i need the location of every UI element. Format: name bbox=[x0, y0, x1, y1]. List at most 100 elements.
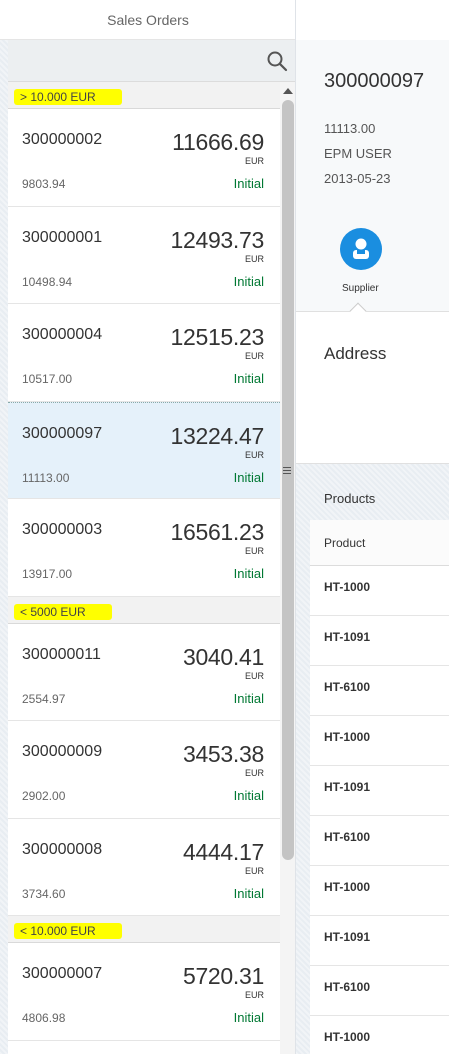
group-header: > 10.000 EUR bbox=[8, 82, 280, 109]
order-currency: EUR bbox=[244, 768, 264, 778]
order-amount: 4444.17 bbox=[182, 838, 264, 865]
products-column-header: Product bbox=[310, 520, 449, 566]
order-status: Initial bbox=[233, 690, 264, 706]
master-title: Sales Orders bbox=[107, 11, 189, 28]
order-number: 300000097 bbox=[22, 424, 103, 442]
column-header-product: Product bbox=[324, 536, 366, 550]
order-currency: EUR bbox=[244, 156, 264, 166]
list-item[interactable]: 300000007 5720.31 EUR 4806.98 Initial bbox=[8, 943, 280, 1041]
order-number: 300000002 bbox=[22, 131, 103, 148]
product-id: HT-1091 bbox=[324, 780, 371, 794]
order-status: Initial bbox=[233, 566, 264, 581]
order-net-amount: 9803.94 bbox=[22, 177, 66, 191]
order-number: 300000011 bbox=[22, 645, 101, 663]
search-icon[interactable] bbox=[266, 50, 288, 72]
table-row[interactable]: HT-6100 bbox=[310, 666, 449, 716]
address-section: Address bbox=[296, 312, 449, 464]
order-amount: 11666.69 bbox=[172, 129, 264, 155]
order-status: Initial bbox=[233, 885, 264, 901]
supplier-icon[interactable] bbox=[340, 228, 382, 270]
order-amount: 13224.47 bbox=[170, 422, 264, 449]
products-table: Product HT-1000 HT-1091 HT-6100 HT-1000 HT-1… bbox=[310, 520, 449, 1054]
detail-top-bar bbox=[296, 0, 449, 40]
order-amount: 16561.23 bbox=[170, 519, 264, 545]
scrollbar-thumb[interactable] bbox=[282, 100, 294, 860]
order-net-amount: 13917.00 bbox=[22, 567, 73, 581]
attribute-created-by: EPM USER bbox=[324, 146, 392, 161]
order-net-amount: 2554.97 bbox=[22, 691, 66, 706]
order-status: Initial bbox=[233, 371, 264, 386]
address-title: Address bbox=[324, 344, 387, 363]
list-item[interactable]: 300000001 12493.73 EUR 10498.94 Initial bbox=[8, 206, 280, 304]
product-id: HT-1091 bbox=[324, 630, 371, 644]
order-net-amount: 2902.00 bbox=[22, 789, 66, 803]
product-id: HT-1000 bbox=[324, 730, 371, 744]
order-net-amount: 10498.94 bbox=[22, 274, 73, 289]
order-status: Initial bbox=[233, 273, 264, 289]
order-currency: EUR bbox=[244, 253, 264, 264]
order-status: Initial bbox=[233, 1010, 264, 1025]
group-header-label: < 5000 EUR bbox=[14, 603, 112, 620]
group-header-label: > 10.000 EUR bbox=[14, 89, 122, 105]
order-net-amount: 3734.60 bbox=[22, 886, 66, 901]
scrollbar[interactable] bbox=[280, 82, 295, 1054]
tab-supplier-label[interactable]: Supplier bbox=[342, 283, 379, 294]
table-row[interactable]: HT-6100 bbox=[310, 816, 449, 866]
order-net-amount: 4806.98 bbox=[22, 1011, 66, 1025]
scroll-up-arrow-icon[interactable] bbox=[283, 88, 293, 94]
master-header: Sales Orders bbox=[0, 0, 295, 40]
order-currency: EUR bbox=[244, 449, 264, 460]
master-pane: Sales Orders > 10.000 EUR 300000002 11666.… bbox=[0, 0, 296, 1054]
order-currency: EUR bbox=[244, 546, 264, 556]
products-title: Products bbox=[324, 491, 376, 506]
order-number: 300000008 bbox=[22, 840, 103, 858]
table-row[interactable]: HT-1000 bbox=[310, 566, 449, 616]
table-row[interactable]: HT-1091 bbox=[310, 616, 449, 666]
list-item[interactable]: 300000097 13224.47 EUR 11113.00 Initial bbox=[8, 401, 280, 499]
product-id: HT-1000 bbox=[324, 580, 371, 594]
order-amount: 12515.23 bbox=[170, 324, 264, 350]
object-header: 300000097 11113.00 EPM USER 2013-05-23 S… bbox=[296, 40, 449, 320]
attribute-date: 2013-05-23 bbox=[324, 171, 391, 186]
order-status: Initial bbox=[233, 469, 264, 485]
list-item[interactable]: 300000009 3453.38 EUR 2902.00 Initial bbox=[8, 721, 280, 819]
list-item[interactable]: 300000008 4444.17 EUR 3734.60 Initial bbox=[8, 818, 280, 916]
order-number: 300000001 bbox=[22, 228, 103, 246]
order-number: 300000009 bbox=[22, 743, 103, 760]
order-amount: 3453.38 bbox=[182, 741, 264, 767]
group-header: < 10.000 EUR bbox=[8, 916, 280, 943]
order-currency: EUR bbox=[244, 670, 264, 681]
detail-pane: 300000097 11113.00 EPM USER 2013-05-23 S… bbox=[296, 0, 449, 1054]
product-id: HT-1000 bbox=[324, 1030, 371, 1044]
order-amount: 12493.73 bbox=[170, 226, 264, 253]
table-row[interactable]: HT-1000 bbox=[310, 1016, 449, 1054]
order-number: 300000007 bbox=[22, 965, 103, 982]
order-status: Initial bbox=[233, 788, 264, 803]
product-id: HT-1091 bbox=[324, 930, 371, 944]
group-header-label: < 10.000 EUR bbox=[14, 923, 122, 939]
order-status: Initial bbox=[233, 176, 264, 191]
sales-order-list: > 10.000 EUR 300000002 11666.69 EUR 9803.94 I… bbox=[8, 82, 280, 1054]
order-number: 300000003 bbox=[22, 521, 103, 538]
product-id: HT-6100 bbox=[324, 980, 371, 994]
attribute-net-amount: 11113.00 bbox=[324, 121, 376, 136]
list-item[interactable]: 300000004 12515.23 EUR 10517.00 Initial bbox=[8, 304, 280, 402]
table-row[interactable]: HT-1091 bbox=[310, 766, 449, 816]
order-net-amount: 11113.00 bbox=[22, 470, 70, 485]
search-bar[interactable] bbox=[8, 40, 295, 82]
order-amount: 5720.31 bbox=[182, 963, 264, 989]
group-header: < 5000 EUR bbox=[8, 596, 280, 624]
order-amount: 3040.41 bbox=[182, 643, 264, 670]
order-number: 300000004 bbox=[22, 326, 103, 343]
table-row[interactable]: HT-1000 bbox=[310, 866, 449, 916]
object-title: 300000097 bbox=[324, 70, 425, 92]
table-row[interactable]: HT-1091 bbox=[310, 916, 449, 966]
list-item[interactable]: 300000003 16561.23 EUR 13917.00 Initial bbox=[8, 499, 280, 597]
product-id: HT-6100 bbox=[324, 680, 371, 694]
list-item[interactable]: 300000002 11666.69 EUR 9803.94 Initial bbox=[8, 109, 280, 207]
table-row[interactable]: HT-1000 bbox=[310, 716, 449, 766]
resize-handle-icon[interactable] bbox=[283, 467, 291, 477]
list-item[interactable]: 300000011 3040.41 EUR 2554.97 Initial bbox=[8, 623, 280, 721]
table-row[interactable]: HT-6100 bbox=[310, 966, 449, 1016]
product-id: HT-6100 bbox=[324, 830, 371, 844]
